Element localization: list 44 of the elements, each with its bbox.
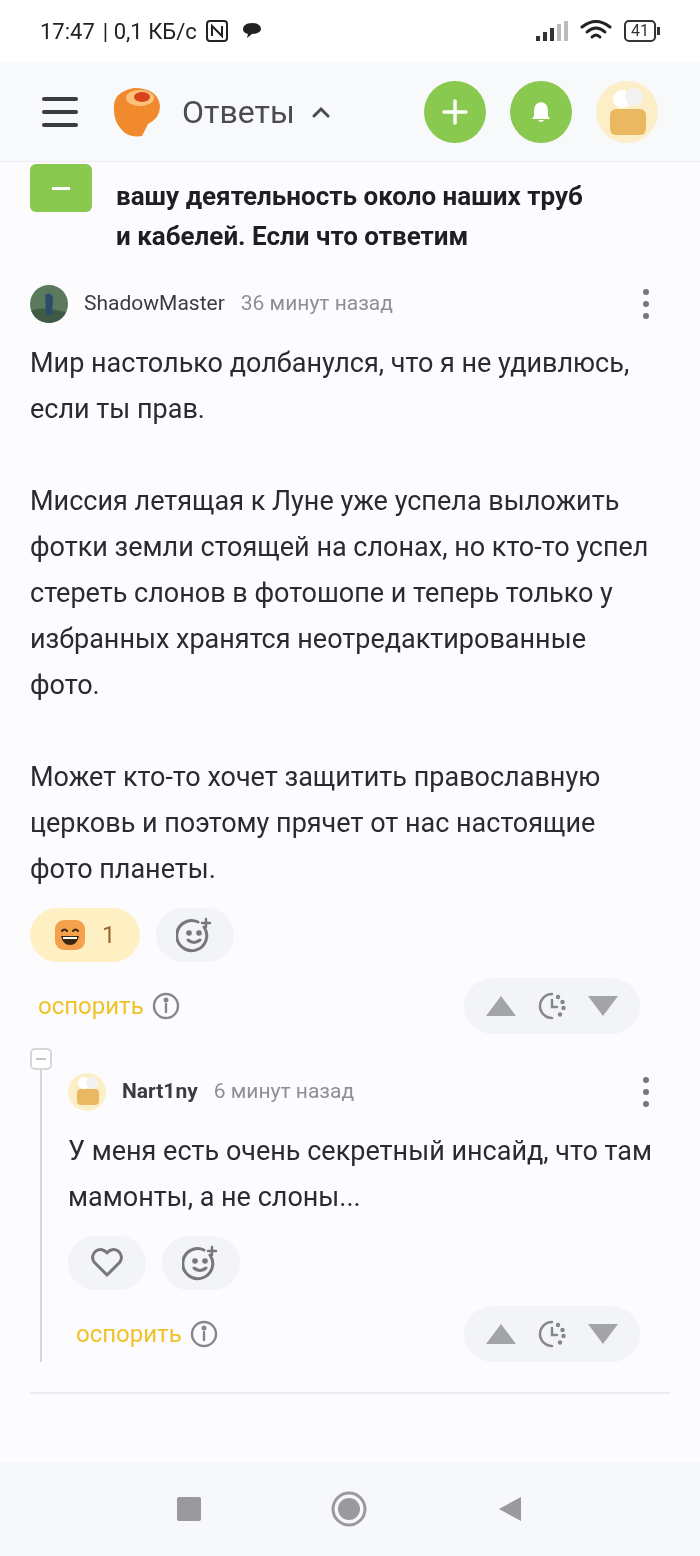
add-emoji-icon bbox=[182, 1245, 220, 1281]
chat-icon bbox=[240, 21, 263, 41]
nfc-icon bbox=[204, 19, 229, 43]
back-icon[interactable] bbox=[497, 1495, 523, 1523]
network-speed: | 0,1 КБ/с bbox=[102, 17, 197, 46]
clock-icon[interactable] bbox=[538, 992, 566, 1020]
bell-icon bbox=[530, 99, 552, 124]
info-icon[interactable] bbox=[151, 992, 180, 1020]
comment-text: У меня есть очень секретный инсайд, что там мамонты, а не слоны... bbox=[68, 1134, 653, 1215]
comment-text: Миссия летящая к Луне уже успела выложить фотки земли стоящей на слонах, но кто-то успел стереть слонов в фотошопе и теперь только у избранных хранятся неотредактированные фото. bbox=[30, 484, 650, 703]
question-title: и кабелей. Если что ответим bbox=[116, 220, 470, 253]
status-time: 17:47 bbox=[40, 17, 95, 46]
info-icon[interactable] bbox=[189, 1320, 218, 1348]
menu-icon[interactable] bbox=[42, 95, 78, 128]
comment-text: Может кто-то хочет защитить православную церковь и поэтому прячет от нас настоящие фото планеты. bbox=[30, 760, 602, 887]
user-avatar bbox=[30, 285, 68, 323]
home-icon[interactable] bbox=[331, 1491, 367, 1527]
more-icon[interactable] bbox=[642, 1076, 650, 1108]
comment-time: 6 минут назад bbox=[213, 1078, 355, 1106]
grinning-face-icon bbox=[54, 919, 86, 951]
comment-time: 36 минут назад bbox=[240, 290, 393, 318]
clock-icon[interactable] bbox=[538, 1320, 566, 1348]
author-name[interactable]: ShadowMaster bbox=[84, 288, 225, 320]
user-avatar bbox=[68, 1073, 106, 1111]
chevron-up-icon bbox=[310, 104, 331, 119]
section-title[interactable]: Ответы bbox=[182, 87, 331, 136]
reaction-count: 1 bbox=[102, 920, 116, 951]
reaction-button[interactable]: 1 bbox=[30, 908, 140, 962]
collapse-toggle[interactable] bbox=[30, 1048, 52, 1070]
collapse-button[interactable] bbox=[30, 164, 92, 212]
battery-indicator: 41 bbox=[624, 20, 660, 42]
more-icon[interactable] bbox=[642, 288, 650, 320]
downvote-icon[interactable] bbox=[586, 1322, 620, 1346]
question-title: вашу деятельность около наших труб bbox=[116, 180, 583, 213]
upvote-icon[interactable] bbox=[484, 994, 518, 1018]
downvote-icon[interactable] bbox=[586, 994, 620, 1018]
profile-avatar[interactable] bbox=[596, 80, 658, 143]
plus-icon bbox=[442, 98, 468, 125]
comment-text: Мир настолько долбанулся, что я не удивлюсь, если ты прав. bbox=[30, 346, 631, 427]
heart-icon bbox=[90, 1248, 124, 1278]
author-name[interactable]: Nart1ny bbox=[122, 1076, 198, 1108]
add-emoji-icon bbox=[175, 917, 214, 953]
signal-icon bbox=[536, 21, 568, 41]
upvote-icon[interactable] bbox=[484, 1322, 518, 1346]
